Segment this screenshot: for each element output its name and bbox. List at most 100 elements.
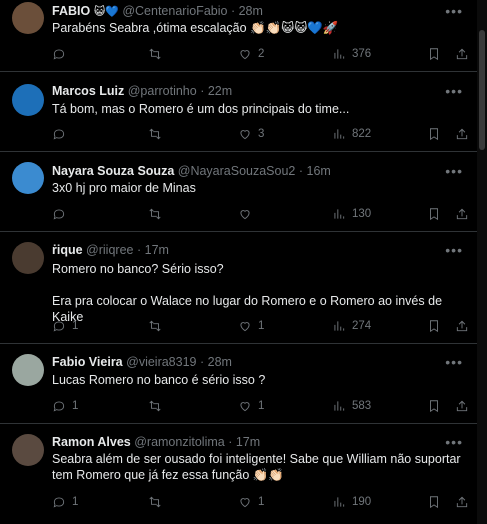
views-button[interactable]: 274 (332, 318, 371, 334)
more-options-icon[interactable]: ••• (445, 355, 463, 369)
scrollbar[interactable] (477, 0, 487, 524)
views-icon (334, 401, 345, 411)
like-button[interactable]: 1 (238, 318, 264, 334)
share-icon (456, 208, 468, 220)
avatar[interactable] (12, 354, 44, 386)
like-count: 1 (258, 320, 265, 332)
like-button[interactable] (238, 206, 258, 222)
reply-button[interactable] (52, 46, 72, 62)
like-button[interactable]: 2 (238, 46, 264, 62)
author-handle[interactable]: @riiqree (86, 243, 133, 257)
author-handle[interactable]: @CentenarioFabio (122, 4, 227, 18)
like-button[interactable]: 1 (238, 398, 264, 414)
author-name[interactable]: Marcos Luiz (52, 84, 124, 98)
retweet-button[interactable] (148, 318, 168, 334)
bookmark-button[interactable] (427, 206, 441, 222)
reply-button[interactable]: 1 (52, 318, 78, 334)
tweet-time[interactable]: 17m (236, 435, 260, 449)
avatar[interactable] (12, 2, 44, 34)
author-name[interactable]: Fabio Vieira (52, 355, 123, 369)
reply-icon (53, 401, 65, 412)
views-icon (334, 129, 345, 139)
more-options-icon[interactable]: ••• (445, 164, 463, 178)
author-name[interactable]: Ramon Alves (52, 435, 131, 449)
reply-tweet[interactable]: Marcos Luiz @parrotinho · 22m ••• Tá bom… (0, 72, 477, 152)
retweet-button[interactable] (148, 398, 168, 414)
reply-icon (53, 497, 65, 508)
like-count: 3 (258, 128, 265, 140)
tweet-header: ṙique @riiqree · 17m (52, 243, 169, 257)
author-name[interactable]: FABIO (52, 4, 90, 18)
reply-button[interactable]: 1 (52, 398, 78, 414)
reply-button[interactable] (52, 206, 72, 222)
share-icon (456, 320, 468, 332)
share-button[interactable] (455, 494, 469, 510)
reply-tweet[interactable]: ṙique @riiqree · 17m ••• Romero no banco… (0, 232, 477, 344)
view-count: 583 (352, 400, 372, 412)
reply-tweet[interactable]: Nayara Souza Souza @NayaraSouzaSou2 · 16… (0, 152, 477, 232)
reply-icon (53, 129, 65, 140)
like-count: 2 (258, 48, 265, 60)
reply-tweet[interactable]: FABIO 😺💙 @CentenarioFabio · 28m ••• Para… (0, 0, 477, 72)
share-button[interactable] (455, 398, 469, 414)
retweet-button[interactable] (148, 206, 168, 222)
reply-count: 1 (72, 496, 79, 508)
retweet-icon (149, 128, 161, 140)
reply-count: 1 (72, 320, 79, 332)
like-button[interactable]: 1 (238, 494, 264, 510)
share-button[interactable] (455, 318, 469, 334)
bookmark-icon (430, 128, 438, 141)
reply-button[interactable] (52, 126, 72, 142)
share-button[interactable] (455, 46, 469, 62)
more-options-icon[interactable]: ••• (445, 84, 463, 98)
tweet-header: FABIO 😺💙 @CentenarioFabio · 28m (52, 4, 263, 18)
bookmark-button[interactable] (427, 398, 441, 414)
avatar[interactable] (12, 84, 44, 116)
tweet-text: Lucas Romero no banco é sério isso ? (52, 373, 266, 387)
avatar[interactable] (12, 242, 44, 274)
tweet-text: 3x0 hj pro maior de Minas (52, 181, 196, 195)
views-button[interactable]: 376 (332, 46, 371, 62)
tweet-time[interactable]: 22m (208, 84, 232, 98)
bookmark-icon (430, 320, 438, 333)
reply-icon (53, 321, 65, 332)
views-button[interactable]: 190 (332, 494, 371, 510)
like-button[interactable]: 3 (238, 126, 264, 142)
more-options-icon[interactable]: ••• (445, 4, 463, 18)
author-handle[interactable]: @parrotinho (128, 84, 197, 98)
more-options-icon[interactable]: ••• (445, 435, 463, 449)
tweet-time[interactable]: 28m (208, 355, 232, 369)
retweet-button[interactable] (148, 46, 168, 62)
avatar[interactable] (12, 434, 44, 466)
author-handle[interactable]: @NayaraSouzaSou2 (178, 164, 296, 178)
tweet-time[interactable]: 28m (239, 4, 263, 18)
views-button[interactable]: 130 (332, 206, 371, 222)
reply-button[interactable]: 1 (52, 494, 78, 510)
retweet-button[interactable] (148, 494, 168, 510)
share-button[interactable] (455, 206, 469, 222)
bookmark-button[interactable] (427, 126, 441, 142)
avatar[interactable] (12, 162, 44, 194)
tweet-time[interactable]: 16m (307, 164, 331, 178)
bookmark-button[interactable] (427, 46, 441, 62)
retweet-button[interactable] (148, 126, 168, 142)
share-button[interactable] (455, 126, 469, 142)
bookmark-icon (430, 48, 438, 61)
author-name[interactable]: Nayara Souza Souza (52, 164, 174, 178)
more-options-icon[interactable]: ••• (445, 243, 463, 257)
tweet-time[interactable]: 17m (145, 243, 169, 257)
author-handle[interactable]: @ramonzitolima (134, 435, 225, 449)
views-icon (334, 497, 345, 507)
bookmark-button[interactable] (427, 318, 441, 334)
author-handle[interactable]: @vieira8319 (126, 355, 196, 369)
views-button[interactable]: 822 (332, 126, 371, 142)
author-name[interactable]: ṙique (52, 243, 83, 257)
tweet-header: Ramon Alves @ramonzitolima · 17m (52, 435, 261, 449)
views-button[interactable]: 583 (332, 398, 371, 414)
bookmark-button[interactable] (427, 494, 441, 510)
reply-tweet[interactable]: Fabio Vieira @vieira8319 · 28m ••• Lucas… (0, 344, 477, 424)
reply-icon (53, 49, 65, 60)
tweet-text: Tá bom, mas o Romero é um dos principais… (52, 102, 350, 116)
scrollbar-thumb[interactable] (479, 30, 485, 150)
reply-tweet[interactable]: Ramon Alves @ramonzitolima · 17m ••• Sea… (0, 424, 477, 524)
